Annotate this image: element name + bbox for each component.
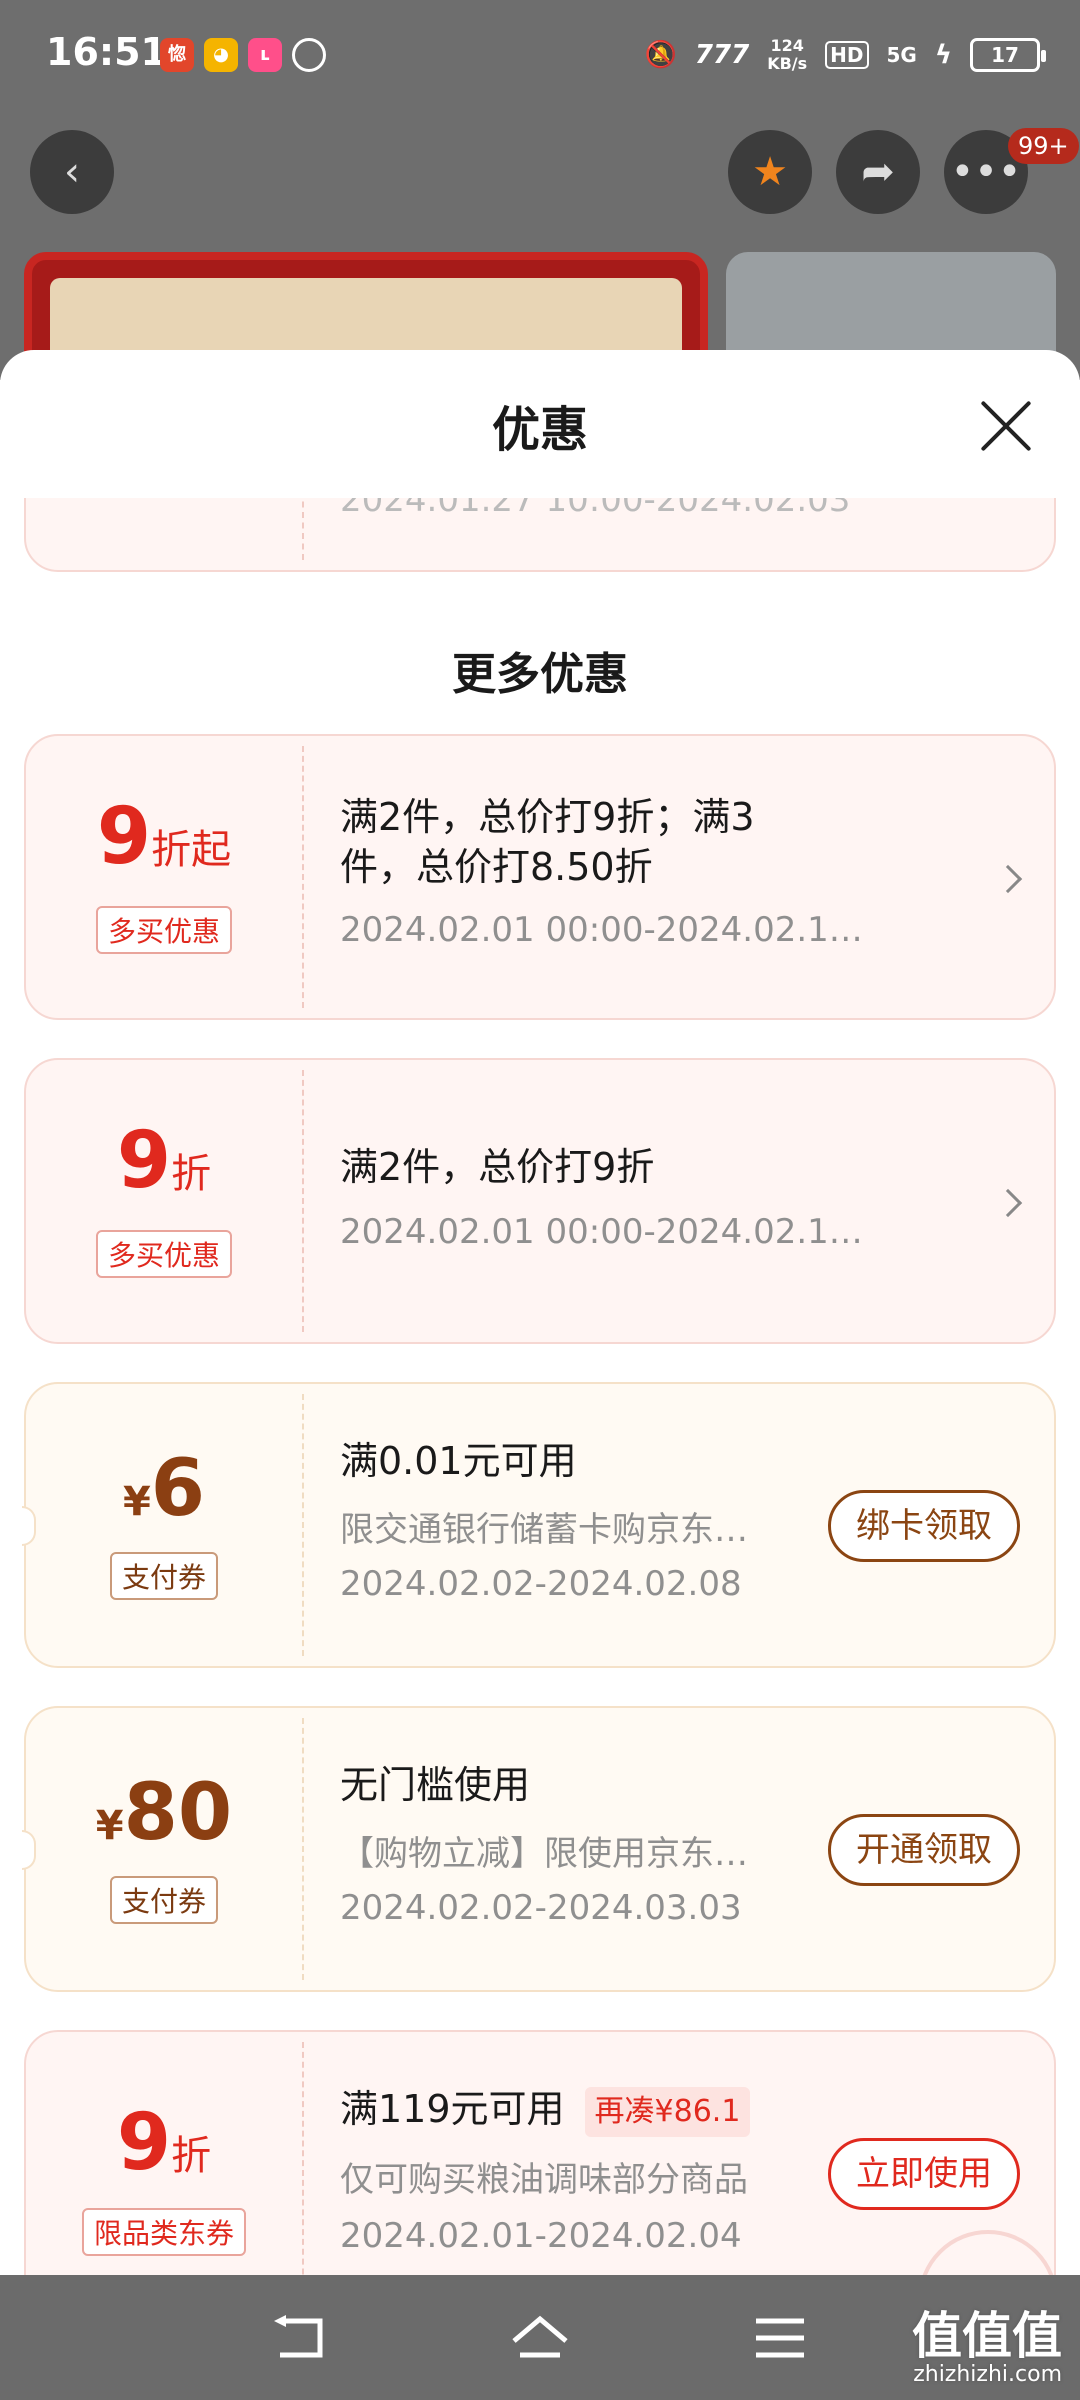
coupon-amount: 9折 xyxy=(26,1116,302,1206)
card-divider xyxy=(302,1394,304,1656)
nfc-icon: 777 xyxy=(694,40,750,70)
site-watermark: 值值值 zhizhizhi.com xyxy=(912,2310,1062,2388)
net-speed-unit: KB/s xyxy=(767,54,808,73)
coupon-card[interactable]: 9折 多买优惠 满2件，总价打9折 2024.02.01 00:00-2024.… xyxy=(24,1058,1056,1344)
coupon-value: 9折 限品类东券 xyxy=(26,2032,302,2275)
coupon-title-text: 满119元可用 xyxy=(340,2087,565,2131)
coupon-card-partial[interactable]: 2024.01.27 10:00-2024.02.03 xyxy=(24,498,1056,572)
use-now-button[interactable]: 立即使用 xyxy=(828,2138,1020,2210)
coupon-amount: 9折 xyxy=(26,2098,302,2188)
coupon-info: 满2件，总价打9折 2024.02.01 00:00-2024.02.1… xyxy=(340,1060,1014,1342)
coupon-tag: 多买优惠 xyxy=(95,1230,233,1278)
home-nav-icon[interactable] xyxy=(510,2315,570,2361)
coupon-date: 2024.02.01 00:00-2024.02.1… xyxy=(340,910,863,950)
coupon-amount-number: 6 xyxy=(150,1444,206,1534)
battery-icon: 17 xyxy=(970,38,1046,72)
bind-card-claim-button[interactable]: 绑卡领取 xyxy=(828,1490,1020,1562)
coupon-info: 满2件，总价打9折；满3 件，总价打8.50折 2024.02.01 00:00… xyxy=(340,736,1014,1018)
app-notification-icon: 惚 xyxy=(160,38,194,72)
currency-symbol: ¥ xyxy=(122,1479,151,1525)
coupon-amount-number: 9 xyxy=(96,792,152,882)
menu-nav-icon[interactable] xyxy=(750,2315,810,2361)
card-divider xyxy=(302,498,304,560)
coupon-sheet: 优惠 2024.01.27 10:00-2024.02.03 更多优惠 9折起 … xyxy=(0,350,1080,2275)
mute-bell-icon: 🔕 xyxy=(644,40,677,70)
coupon-amount-unit: 折 xyxy=(171,2133,212,2179)
coupon-amount: 9折起 xyxy=(26,792,302,882)
coupon-tag: 限品类东券 xyxy=(81,2208,247,2256)
watermark-url: zhizhizhi.com xyxy=(913,2362,1062,2387)
more-badge: 99+ xyxy=(1008,128,1079,164)
share-button[interactable]: ➦ xyxy=(836,130,920,214)
coupon-tag: 支付券 xyxy=(109,1876,219,1924)
charging-icon: ϟ xyxy=(934,40,952,70)
coupon-amount: ¥6 xyxy=(26,1444,302,1534)
coupon-date: 2024.02.01 00:00-2024.02.1… xyxy=(340,1212,863,1252)
section-title: 更多优惠 xyxy=(452,649,628,700)
net-speed: 124 KB/s xyxy=(767,37,807,73)
card-divider xyxy=(302,1718,304,1980)
activate-claim-button[interactable]: 开通领取 xyxy=(828,1814,1020,1886)
coupon-amount-unit: 折起 xyxy=(151,827,232,873)
sheet-title: 优惠 xyxy=(491,402,588,458)
coupon-value: ¥80 支付券 xyxy=(26,1708,302,1990)
status-time: 16:51 xyxy=(46,30,167,74)
watermark-text: 值值值 xyxy=(912,2307,1062,2365)
favorite-button[interactable]: ★ xyxy=(728,130,812,214)
status-icons: 🔕 777 124 KB/s HD 5G ϟ 17 xyxy=(644,32,1046,78)
coupon-value: 9折起 多买优惠 xyxy=(26,736,302,1018)
signal-icon: 5G xyxy=(886,43,917,67)
star-icon: ★ xyxy=(752,149,788,195)
coupon-date: 2024.02.02-2024.02.08 xyxy=(340,1564,742,1604)
coupon-title: 满119元可用 再凑¥86.1 xyxy=(340,2084,751,2137)
status-bar: 16:51 惚 ◕ ʟ 🔕 777 124 KB/s HD 5G ϟ 17 xyxy=(0,0,1080,110)
coupon-desc: 【购物立减】限使用京东… xyxy=(340,1834,748,1874)
net-speed-value: 124 xyxy=(770,36,804,55)
payment-coupon-card[interactable]: ¥6 支付券 满0.01元可用 限交通银行储蓄卡购京东… 2024.02.02-… xyxy=(22,1382,1056,1668)
coupon-title: 满2件，总价打9折 xyxy=(340,1145,655,1189)
payment-coupon-card[interactable]: ¥80 支付券 无门槛使用 【购物立减】限使用京东… 2024.02.02-20… xyxy=(22,1706,1056,1992)
hd-icon: HD xyxy=(825,41,869,69)
card-divider xyxy=(302,2042,304,2275)
app-notification-icon xyxy=(292,38,326,72)
coupon-date: 2024.02.01-2024.02.04 xyxy=(340,2216,742,2256)
coupon-title: 满0.01元可用 xyxy=(340,1439,577,1483)
share-icon: ➦ xyxy=(861,149,895,195)
card-divider xyxy=(302,746,304,1008)
coupon-tag: 支付券 xyxy=(109,1552,219,1600)
coupon-title: 无门槛使用 xyxy=(340,1763,531,1807)
coupon-date: 2024.02.02-2024.03.03 xyxy=(340,1888,742,1928)
back-button[interactable]: ‹ xyxy=(30,130,114,214)
coupon-desc: 限交通银行储蓄卡购京东… xyxy=(340,1510,748,1550)
chevron-left-icon: ‹ xyxy=(64,149,80,195)
coupon-amount-number: 80 xyxy=(123,1768,233,1858)
coupon-amount-unit: 折 xyxy=(171,1151,212,1197)
coupon-value: 9折 多买优惠 xyxy=(26,1060,302,1342)
coupon-card[interactable]: 9折起 多买优惠 满2件，总价打9折；满3 件，总价打8.50折 2024.02… xyxy=(24,734,1056,1020)
app-notification-icon: ʟ xyxy=(248,38,282,72)
coupon-tag: 多买优惠 xyxy=(95,906,233,954)
coupon-desc: 仅可购买粮油调味部分商品 xyxy=(340,2160,748,2200)
remaining-amount-badge: 再凑¥86.1 xyxy=(584,2086,751,2137)
coupon-title-line2: 件，总价打8.50折 xyxy=(340,845,653,889)
coupon-amount: ¥80 xyxy=(26,1768,302,1858)
category-coupon-card[interactable]: 9折 限品类东券 满119元可用 再凑¥86.1 仅可购买粮油调味部分商品 202… xyxy=(24,2030,1056,2275)
currency-symbol: ¥ xyxy=(95,1803,124,1849)
card-divider xyxy=(302,1070,304,1332)
coupon-date: 2024.01.27 10:00-2024.02.03 xyxy=(340,498,851,520)
app-notification-icon: ◕ xyxy=(204,38,238,72)
coupon-amount-number: 9 xyxy=(116,1116,172,1206)
coupon-list[interactable]: 2024.01.27 10:00-2024.02.03 更多优惠 9折起 多买优… xyxy=(0,498,1080,2275)
coupon-value: ¥6 支付券 xyxy=(26,1384,302,1666)
close-button[interactable] xyxy=(978,398,1034,454)
screen: 16:51 惚 ◕ ʟ 🔕 777 124 KB/s HD 5G ϟ 17 ‹ ★… xyxy=(0,0,1080,2400)
back-nav-icon[interactable] xyxy=(270,2315,330,2361)
coupon-amount-number: 9 xyxy=(116,2098,172,2188)
coupon-title: 满2件，总价打9折；满3 xyxy=(340,795,755,839)
